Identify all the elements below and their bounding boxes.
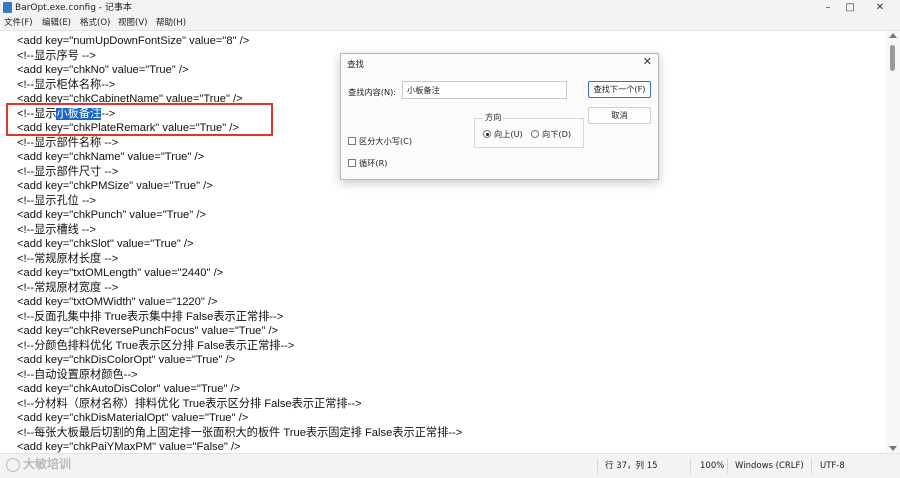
menu-file[interactable]: 文件(F) [4,16,33,30]
editor-line-text: <add key="chkName" value="True" /> [17,151,205,163]
dialog-close-icon[interactable]: ✕ [643,56,652,68]
scrollbar-thumb[interactable] [890,45,895,71]
find-input[interactable]: 小板备注 [402,81,567,99]
find-label: 查找内容(N): [348,87,397,97]
menu-edit[interactable]: 编辑(E) [42,16,71,30]
editor-line-text: <add key="chkDisMaterialOpt" value="True… [17,412,249,424]
editor-line-text: <!--显示序号 --> [17,49,96,62]
title-bar: BarOpt.exe.config - 记事本 – □ ✕ [0,0,900,16]
find-dialog: 查找 ✕ 查找内容(N): 小板备注 查找下一个(F) 取消 方向 向上(U) … [340,53,659,180]
editor-line[interactable]: <!--显示部件名称 --> [17,136,118,151]
wrap-checkbox[interactable] [348,159,356,167]
direction-label: 方向 [483,111,504,123]
editor-line[interactable]: <!--分颜色排料优化 True表示区分排 False表示正常排--> [17,339,294,354]
editor-line[interactable]: <!--显示序号 --> [17,49,96,64]
status-divider [811,458,812,474]
editor-line-text: <!--每张大板最后切割的角上固定排一张面积大的板件 True表示固定排 Fal… [17,426,463,439]
encoding: UTF-8 [820,461,845,471]
cancel-button[interactable]: 取消 [588,107,651,124]
editor-line-text: <!--显示柜体名称--> [17,78,116,91]
editor-line[interactable]: <add key="chkAutoDisColor" value="True" … [17,382,240,397]
editor-line-text: <!--分颜色排料优化 True表示区分排 False表示正常排--> [17,339,295,352]
editor-line-text: <!--常规原材宽度 --> [17,281,119,294]
line-ending: Windows (CRLF) [735,461,804,471]
editor-line-text: <add key="chkPMSize" value="True" /> [17,180,213,192]
editor-line[interactable]: <!--显示部件尺寸 --> [17,165,118,180]
editor-line-text: <!--反面孔集中排 True表示集中排 False表示正常排--> [17,310,284,323]
editor-line[interactable]: <!--分材料（原材名称）排料优化 True表示区分排 False表示正常排--… [17,397,362,412]
match-case-label: 区分大小写(C) [359,136,413,146]
dialog-title: 查找 [347,60,365,70]
editor-line[interactable]: <!--反面孔集中排 True表示集中排 False表示正常排--> [17,310,283,325]
status-divider [597,458,598,474]
zoom-level: 100% [700,461,725,471]
editor-line[interactable]: <add key="chkDisColorOpt" value="True" /… [17,353,235,368]
editor-line-text: <add key="chkReversePunchFocus" value="T… [17,325,279,337]
editor-line[interactable]: <!--显示槽线 --> [17,223,96,238]
editor-line-text: <!--分材料（原材名称）排料优化 True表示区分排 False表示正常排--… [17,397,362,410]
status-divider [727,458,728,474]
radio-up-label: 向上(U) [494,129,523,139]
radio-down[interactable] [531,130,539,138]
editor-line-text: <add key="chkPaiYMaxPM" value="False" /> [17,441,241,453]
cursor-position: 行 37，列 15 [605,461,658,471]
editor-line[interactable]: <!--显示柜体名称--> [17,78,115,93]
scroll-up-icon[interactable] [889,33,897,38]
editor-line[interactable]: <add key="txtOMLength" value="2440" /> [17,266,223,281]
menu-bar: 文件(F) 编辑(E) 格式(O) 视图(V) 帮助(H) [0,16,900,31]
watermark-logo-icon [6,457,20,472]
radio-down-label: 向下(D) [542,129,572,139]
editor-line[interactable]: <!--显示孔位 --> [17,194,96,209]
annotation-highlight-box [6,103,273,136]
editor-line-text: <!--显示槽线 --> [17,223,96,236]
editor-line-text: <!--显示部件尺寸 --> [17,165,119,178]
editor-line[interactable]: <add key="chkName" value="True" /> [17,150,204,165]
editor-line[interactable]: <!--自动设置原材颜色--> [17,368,138,383]
editor-line-text: <add key="chkPunch" value="True" /> [17,209,206,221]
vertical-scrollbar[interactable] [886,31,900,453]
editor-line-text: <!--自动设置原材颜色--> [17,368,138,381]
menu-view[interactable]: 视图(V) [118,16,147,30]
editor-line[interactable]: <add key="chkPMSize" value="True" /> [17,179,213,194]
scroll-down-icon[interactable] [889,446,897,451]
editor-line-text: <!--显示孔位 --> [17,194,96,207]
editor-line-text: <!--显示部件名称 --> [17,136,119,149]
maximize-button[interactable]: □ [836,0,864,16]
editor-line[interactable]: <add key="chkReversePunchFocus" value="T… [17,324,278,339]
menu-format[interactable]: 格式(O) [80,16,110,30]
editor-line[interactable]: <!--每张大板最后切割的角上固定排一张面积大的板件 True表示固定排 Fal… [17,426,462,441]
radio-up[interactable] [483,130,491,138]
status-bar: 行 37，列 15 100% Windows (CRLF) UTF-8 [0,453,900,478]
editor-line-text: <add key="txtOMLength" value="2440" /> [17,267,224,279]
notepad-icon [3,2,12,13]
editor-line[interactable]: <add key="txtOMWidth" value="1220" /> [17,295,218,310]
editor-line[interactable]: <!--常规原材长度 --> [17,252,118,267]
window-title: BarOpt.exe.config - 记事本 [15,3,132,13]
editor-line[interactable]: <add key="numUpDownFontSize" value="8" /… [17,34,249,49]
close-button[interactable]: ✕ [866,0,894,16]
editor-line[interactable]: <add key="chkDisMaterialOpt" value="True… [17,411,248,426]
watermark-text: 大敏培训 [23,457,72,471]
editor-line[interactable]: <add key="chkPaiYMaxPM" value="False" /> [17,440,241,453]
editor-line[interactable]: <add key="chkPunch" value="True" /> [17,208,206,223]
editor-line-text: <add key="numUpDownFontSize" value="8" /… [17,35,250,47]
editor-line-text: <add key="chkDisColorOpt" value="True" /… [17,354,236,366]
match-case-checkbox[interactable] [348,137,356,145]
editor-line-text: <!--常规原材长度 --> [17,252,119,265]
editor-line-text: <add key="chkSlot" value="True" /> [17,238,194,250]
find-next-button[interactable]: 查找下一个(F) [588,81,651,98]
editor-line[interactable]: <add key="chkNo" value="True" /> [17,63,189,78]
menu-help[interactable]: 帮助(H) [156,16,186,30]
editor-line[interactable]: <!--常规原材宽度 --> [17,281,118,296]
editor-line-text: <add key="chkNo" value="True" /> [17,64,189,76]
wrap-label: 循环(R) [359,158,388,168]
watermark: 大敏培训 [6,454,71,474]
editor-line-text: <add key="chkAutoDisColor" value="True" … [17,383,241,395]
editor-line-text: <add key="txtOMWidth" value="1220" /> [17,296,218,308]
editor-line[interactable]: <add key="chkSlot" value="True" /> [17,237,194,252]
status-divider [690,458,691,474]
